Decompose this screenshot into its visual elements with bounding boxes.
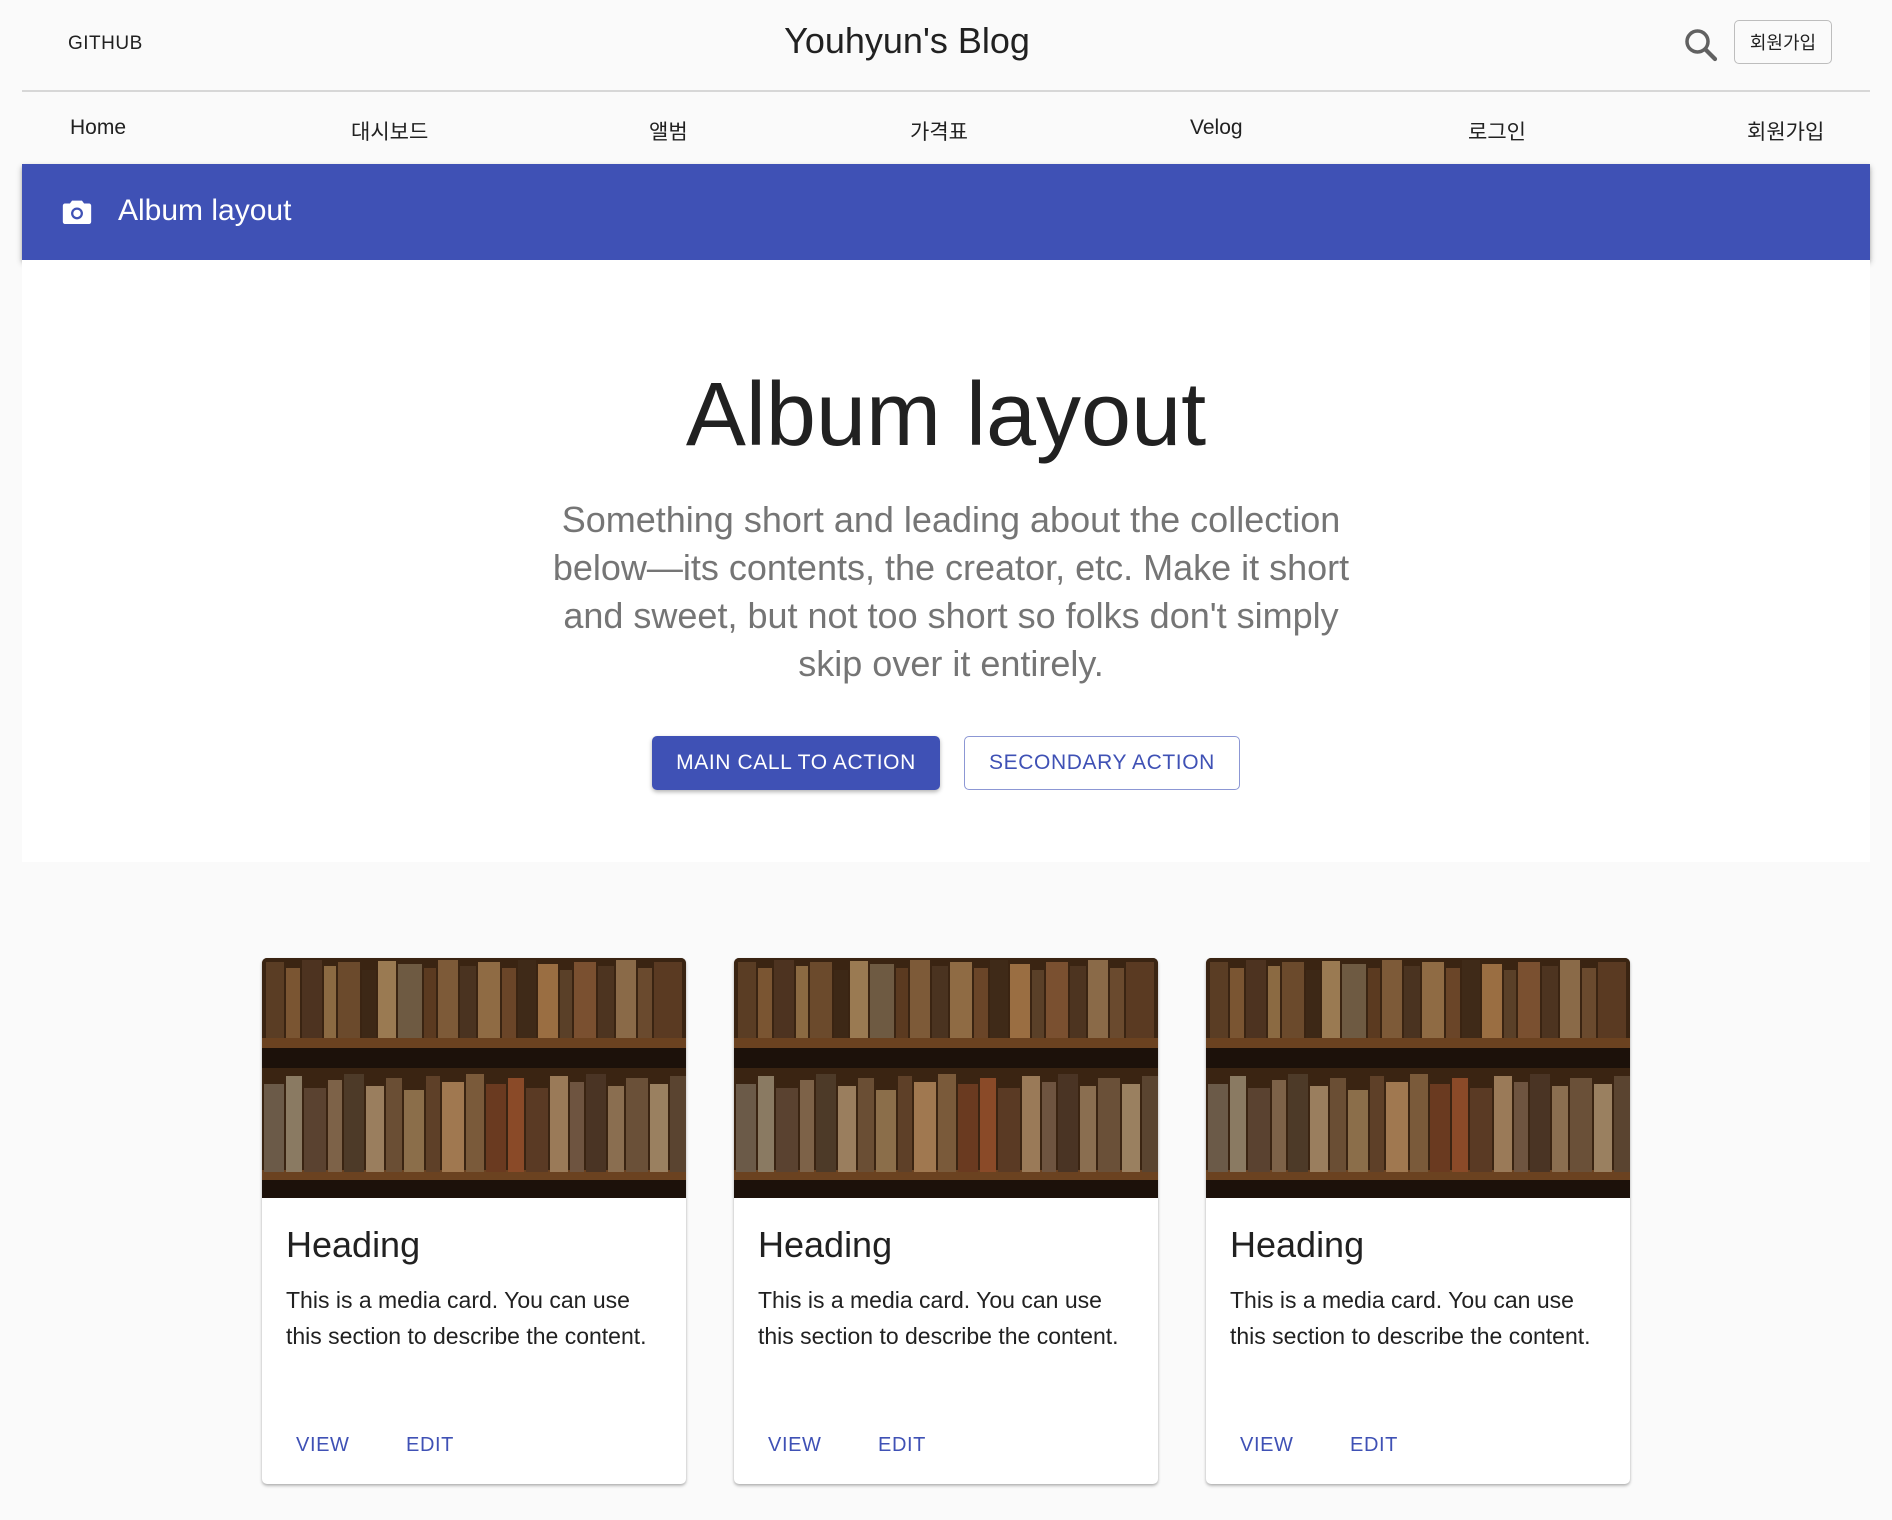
top-header: GITHUB Youhyun's Blog 회원가입 [22,0,1870,92]
card-description: This is a media card. You can use this s… [286,1287,647,1349]
nav-bar: Home 대시보드 앨범 가격표 Velog 로그인 회원가입 [22,92,1870,164]
nav-item-login[interactable]: 로그인 [1468,116,1526,146]
hero-section: Album layout Something short and leading… [22,260,1870,862]
nav-item-pricing[interactable]: 가격표 [910,116,968,146]
app-bar-title: Album layout [118,194,292,227]
secondary-action-button[interactable]: SECONDARY ACTION [964,736,1240,790]
main-call-to-action-button[interactable]: MAIN CALL TO ACTION [652,736,940,790]
search-icon [1685,29,1718,62]
hero-description: Something short and leading about the co… [552,499,1350,684]
signup-button[interactable]: 회원가입 [1734,20,1832,64]
card-heading: Heading [1230,1224,1365,1265]
edit-button[interactable]: EDIT [1350,1434,1398,1457]
edit-button[interactable]: EDIT [878,1434,926,1457]
view-button[interactable]: VIEW [296,1434,350,1457]
bookshelf-image [734,958,1158,1198]
bookshelf-image [1206,958,1630,1198]
nav-item-signup[interactable]: 회원가입 [1747,116,1824,146]
media-card: Heading This is a media card. You can us… [1206,958,1630,1484]
card-heading: Heading [758,1224,893,1265]
hero-title: Album layout [685,365,1207,465]
site-title: Youhyun's Blog [784,20,1030,61]
card-heading: Heading [286,1224,421,1265]
app-bar: Album layout [22,164,1870,260]
camera-icon [62,200,92,225]
nav-item-home[interactable]: Home [70,116,126,140]
nav-item-dashboard[interactable]: 대시보드 [351,116,428,146]
card-description: This is a media card. You can use this s… [1230,1287,1591,1349]
search-button[interactable] [1680,24,1722,66]
bookshelf-image [262,958,686,1198]
media-card: Heading This is a media card. You can us… [734,958,1158,1484]
card-description: This is a media card. You can use this s… [758,1287,1119,1349]
nav-item-velog[interactable]: Velog [1190,116,1243,140]
media-card: Heading This is a media card. You can us… [262,958,686,1484]
nav-item-album[interactable]: 앨범 [649,116,688,146]
view-button[interactable]: VIEW [768,1434,822,1457]
edit-button[interactable]: EDIT [406,1434,454,1457]
view-button[interactable]: VIEW [1240,1434,1294,1457]
